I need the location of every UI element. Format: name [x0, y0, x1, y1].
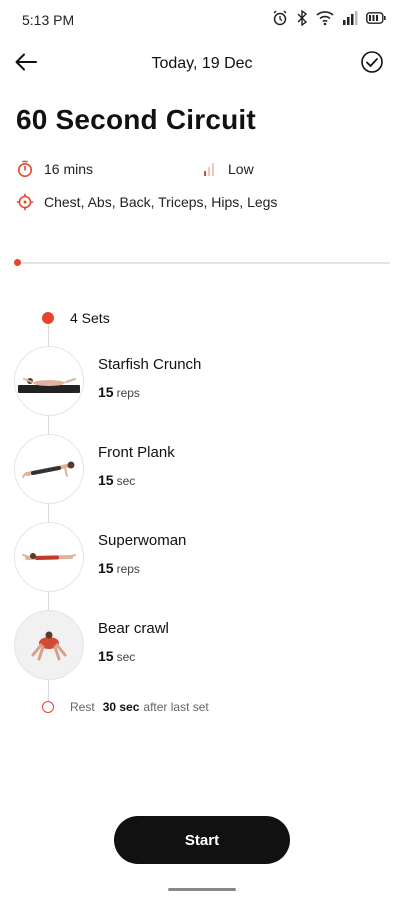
exercise-amount-unit: reps — [116, 562, 140, 576]
exercise-thumbnail — [14, 434, 84, 504]
rest-value: 30 sec — [102, 700, 140, 714]
progress-track — [16, 262, 390, 264]
sets-header: 4 Sets — [42, 310, 110, 326]
bear-crawl-figure-icon — [31, 631, 67, 661]
status-time: 5:13 PM — [22, 12, 75, 28]
intensity-text: Low — [228, 161, 254, 177]
rest-suffix: after last set — [143, 700, 209, 714]
rest-info: Rest 30 sec after last set — [42, 700, 209, 714]
home-indicator[interactable] — [168, 888, 236, 891]
duration-text: 16 mins — [44, 161, 94, 177]
exercise-amount: 15 sec — [98, 472, 135, 488]
exercise-name: Front Plank — [98, 444, 175, 461]
exercise-thumbnail — [14, 346, 84, 416]
exercise-amount-unit: sec — [116, 474, 136, 488]
header-date-title: Today, 19 Dec — [151, 55, 253, 72]
signal-icon — [342, 11, 358, 25]
target-icon — [16, 193, 34, 211]
exercise-amount-value: 15 — [98, 560, 114, 576]
exercise-amount-value: 15 — [98, 648, 114, 664]
exercise-amount: 15 reps — [98, 384, 140, 400]
check-circle-icon — [360, 50, 384, 79]
sets-dot — [42, 312, 54, 324]
alarm-icon — [272, 10, 288, 26]
exercise-amount-value: 15 — [98, 384, 114, 400]
starfish-crunch-figure-icon — [18, 378, 80, 393]
sets-label: 4 Sets — [70, 310, 110, 326]
muscles-text: Chest, Abs, Back, Triceps, Hips, Legs — [44, 194, 278, 210]
exercise-amount: 15 sec — [98, 648, 135, 664]
exercise-item[interactable]: Bear crawl 15 sec — [14, 610, 384, 682]
top-bar: Today, 19 Dec — [0, 44, 404, 84]
complete-button[interactable] — [358, 50, 386, 78]
rest-label: Rest — [70, 700, 95, 714]
exercise-item[interactable]: Front Plank 15 sec — [14, 434, 384, 506]
exercise-name: Bear crawl — [98, 620, 169, 637]
exercise-amount-unit: sec — [116, 650, 136, 664]
exercise-name: Starfish Crunch — [98, 356, 202, 373]
exercise-thumbnail — [14, 522, 84, 592]
front-plank-figure-icon — [22, 461, 75, 478]
rest-ring-icon — [42, 701, 54, 713]
start-button[interactable]: Start — [114, 816, 290, 864]
battery-icon — [366, 12, 386, 24]
exercise-amount: 15 reps — [98, 560, 140, 576]
duration-info: 16 mins — [16, 160, 93, 178]
status-icons — [272, 10, 386, 26]
exercise-item[interactable]: Superwoman 15 reps — [14, 522, 384, 594]
status-bar: 5:13 PM — [0, 0, 404, 40]
progress-indicator — [14, 259, 21, 266]
exercise-amount-unit: reps — [116, 386, 140, 400]
exercise-thumbnail — [14, 610, 84, 680]
intensity-bars-icon — [200, 160, 218, 178]
exercise-amount-value: 15 — [98, 472, 114, 488]
exercise-name: Superwoman — [98, 532, 187, 549]
exercise-item[interactable]: Starfish Crunch 15 reps — [14, 346, 384, 418]
superwoman-figure-icon — [22, 553, 76, 560]
page-title: 60 Second Circuit — [16, 104, 256, 135]
muscles-info: Chest, Abs, Back, Triceps, Hips, Legs — [16, 193, 277, 211]
wifi-icon — [316, 10, 334, 26]
intensity-info: Low — [200, 160, 254, 178]
stopwatch-icon — [16, 160, 34, 178]
bluetooth-icon — [296, 10, 308, 26]
